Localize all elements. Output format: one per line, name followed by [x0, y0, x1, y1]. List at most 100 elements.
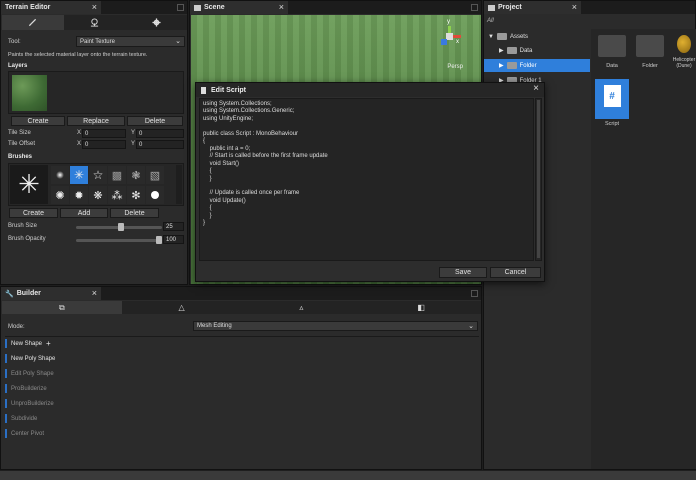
gear-icon [152, 18, 161, 27]
tile-size-y-field[interactable]: 0 [136, 129, 184, 138]
brush-size-label: Brush Size [8, 223, 38, 229]
project-grid: Data Folder Helicopter (Dune) # Script [591, 29, 696, 469]
gizmo-cube[interactable] [446, 33, 453, 40]
chevron-right-icon[interactable]: ▶ [499, 47, 504, 54]
chevron-right-icon[interactable]: ▶ [499, 62, 504, 69]
tab-scene[interactable]: Scene × [190, 1, 288, 14]
tree-item-folder-selected[interactable]: ▶ Folder [484, 59, 590, 72]
brush-opacity-slider[interactable] [76, 239, 162, 242]
layer-create-button[interactable]: Create [11, 116, 65, 126]
layers-list [8, 71, 184, 114]
brushes-heading: Brushes [8, 154, 33, 160]
brush-size-field[interactable]: 25 [163, 222, 184, 231]
tree-item-assets[interactable]: ▼ Assets [484, 30, 590, 43]
inactive-marker [5, 384, 7, 393]
terrain-tool-tabs [2, 15, 187, 30]
tab-terrain-editor[interactable]: Terrain Editor × [1, 1, 101, 14]
brush-ring[interactable]: ✻ [127, 186, 145, 204]
code-editor[interactable]: using System.Collections; using System.C… [199, 98, 534, 261]
plus-icon[interactable]: + [46, 339, 51, 348]
brush-splat-2[interactable]: ✹ [70, 186, 88, 204]
builder-unprobuilderize[interactable]: UnproBuilderize [5, 398, 54, 409]
close-icon[interactable]: × [92, 288, 97, 298]
tab-paint[interactable] [2, 15, 64, 30]
layer-replace-button[interactable]: Replace [67, 116, 125, 126]
builder-subdivide[interactable]: Subdivide [5, 413, 37, 424]
brush-dots[interactable]: ⁂ [108, 186, 126, 204]
tab-builder[interactable]: 🔧 Builder × [1, 287, 101, 300]
grid-item-helicopter[interactable]: Helicopter (Dune) [671, 35, 696, 69]
tab-face-mode[interactable]: ◧ [361, 301, 481, 314]
builder-new-shape[interactable]: New Shape + [5, 338, 51, 349]
grid-item-folder[interactable]: Folder [633, 35, 667, 69]
brush-opacity-slider-handle[interactable] [156, 236, 162, 244]
builder-mode-dropdown[interactable]: Mesh Editing ⌄ [193, 321, 478, 331]
gizmo-x-axis[interactable] [453, 35, 461, 38]
center-pivot-label: Center Pivot [11, 430, 45, 437]
grid-item-script[interactable]: # [595, 79, 629, 119]
brush-noise-1[interactable]: ▩ [108, 166, 126, 184]
close-icon[interactable]: × [572, 2, 577, 12]
close-icon[interactable]: × [279, 2, 284, 12]
brush-noise-3[interactable]: ▧ [146, 166, 164, 184]
code-scrollbar-thumb[interactable] [537, 100, 540, 258]
project-search[interactable]: All [487, 18, 494, 24]
maximize-icon[interactable] [177, 4, 184, 11]
grid-item-data[interactable]: Data [595, 35, 629, 69]
chevron-down-icon[interactable]: ▼ [488, 34, 494, 40]
close-icon[interactable]: × [92, 2, 97, 12]
scene-gizmo[interactable]: y x [437, 19, 463, 49]
close-icon[interactable]: × [533, 83, 539, 94]
brush-opacity-field[interactable]: 100 [163, 235, 184, 244]
cancel-button[interactable]: Cancel [490, 267, 541, 278]
brushes-grid: ✳ ✳ ☆ ▩ ❃ ▧ ✺ ✹ ❋ ⁂ ✻ [8, 163, 184, 206]
folder-icon [506, 62, 517, 69]
brush-opacity-label: Brush Opacity [8, 236, 46, 242]
subdivide-label: Subdivide [11, 415, 38, 422]
persp-label[interactable]: Persp [447, 64, 463, 70]
maximize-icon[interactable] [471, 4, 478, 11]
brush-hard-round[interactable] [146, 186, 164, 204]
folder-icon [636, 35, 664, 57]
tile-offset-x-label: X [77, 141, 82, 147]
terrain-tabbar: Terrain Editor × [1, 1, 187, 14]
brush-star-outline[interactable]: ☆ [89, 166, 107, 184]
tab-object-mode[interactable]: ⧉ [2, 301, 122, 314]
builder-mode-label: Mode: [8, 324, 25, 330]
tile-offset-x-field[interactable]: 0 [82, 140, 126, 149]
maximize-icon[interactable] [471, 290, 478, 297]
tab-project[interactable]: Project × [484, 1, 581, 14]
brush-create-button[interactable]: Create [9, 208, 58, 218]
brush-splat-3[interactable]: ❋ [89, 186, 107, 204]
project-tabbar: Project × [484, 1, 695, 14]
layer-delete-button[interactable]: Delete [127, 116, 183, 126]
tile-offset-y-field[interactable]: 0 [136, 140, 184, 149]
dialog-titlebar[interactable]: Edit Script × [196, 83, 544, 97]
save-button[interactable]: Save [439, 267, 487, 278]
tool-dropdown[interactable]: Paint Texture ⌄ [76, 36, 185, 47]
tile-size-x-field[interactable]: 0 [82, 129, 126, 138]
brush-size-slider-handle[interactable] [117, 223, 124, 231]
code-scrollbar[interactable] [535, 98, 542, 261]
brush-delete-button[interactable]: Delete [110, 208, 159, 218]
brush-star-selected[interactable]: ✳ [70, 166, 88, 184]
project-icon [488, 4, 495, 11]
tab-edge-mode[interactable]: ▵ [242, 301, 362, 314]
gizmo-z-axis[interactable] [441, 39, 447, 45]
tree-item-data[interactable]: ▶ Data [484, 44, 590, 57]
code-text: using System.Collections; using System.C… [203, 101, 328, 227]
brushes-scrollbar[interactable] [176, 165, 182, 204]
gizmo-x-label: x [456, 39, 459, 45]
builder-edit-poly-shape[interactable]: Edit Poly Shape [5, 368, 54, 379]
brush-add-button[interactable]: Add [60, 208, 108, 218]
brush-splat-1[interactable]: ✺ [51, 186, 69, 204]
builder-center-pivot[interactable]: Center Pivot [5, 428, 44, 439]
tab-vertex-mode[interactable]: △ [122, 301, 242, 314]
grass-layer-thumbnail[interactable] [12, 75, 47, 111]
brush-soft-round[interactable] [51, 166, 69, 184]
tab-sculpt[interactable] [64, 15, 126, 30]
tab-settings[interactable] [125, 15, 187, 30]
builder-new-poly-shape[interactable]: New Poly Shape [5, 353, 55, 364]
builder-probuilderize[interactable]: ProBuilderize [5, 383, 47, 394]
brush-noise-2[interactable]: ❃ [127, 166, 145, 184]
